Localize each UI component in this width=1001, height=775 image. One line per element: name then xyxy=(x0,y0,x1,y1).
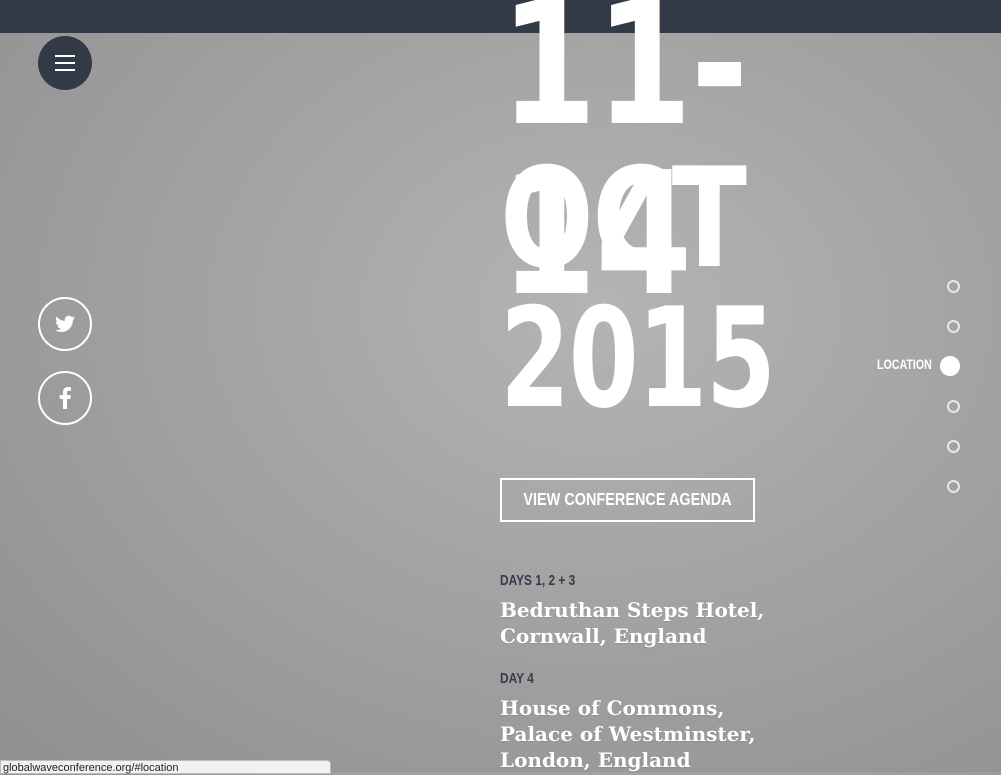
twitter-icon xyxy=(55,315,75,332)
menu-button[interactable] xyxy=(38,36,92,90)
section-nav-active-label: LOCATION xyxy=(877,356,944,373)
view-agenda-button-label: VIEW CONFERENCE AGENDA xyxy=(523,489,732,510)
venue-line: Bedruthan Steps Hotel, xyxy=(500,598,765,622)
status-bar-url: globalwaveconference.org/#location xyxy=(3,762,179,774)
venue-line: London, England xyxy=(500,748,691,772)
section-nav-active-label-text: LOCATION xyxy=(877,356,932,373)
event-dates-year: 2015 xyxy=(500,278,776,439)
section-nav-dot[interactable] xyxy=(947,440,960,453)
hamburger-icon xyxy=(55,55,75,57)
hamburger-icon-line xyxy=(55,69,75,71)
facebook-button[interactable] xyxy=(38,371,92,425)
venue-line: Cornwall, England xyxy=(500,624,707,648)
hamburger-icon-line xyxy=(55,62,75,64)
section-nav-dot[interactable] xyxy=(947,320,960,333)
location-days-label: DAY 4 xyxy=(500,669,540,687)
location-days-text: DAYS 1, 2 + 3 xyxy=(500,571,576,589)
section-nav-dot-active[interactable] xyxy=(940,356,960,376)
facebook-icon xyxy=(59,387,71,409)
location-venue: Bedruthan Steps Hotel, Cornwall, England xyxy=(500,597,800,649)
section-nav-dot[interactable] xyxy=(947,400,960,413)
section-nav-dot[interactable] xyxy=(947,480,960,493)
venue-line: Palace of Westminster, xyxy=(500,722,756,746)
event-dates: 11-14 OCT 2015 xyxy=(500,0,780,432)
event-dates-month: OCT xyxy=(500,138,747,299)
location-days-text: DAY 4 xyxy=(500,669,534,687)
location-venue: House of Commons, Palace of Westminster,… xyxy=(500,695,800,773)
section-nav xyxy=(940,272,966,502)
view-agenda-button[interactable]: VIEW CONFERENCE AGENDA xyxy=(500,478,755,522)
twitter-button[interactable] xyxy=(38,297,92,351)
venue-line: House of Commons, xyxy=(500,696,725,720)
section-nav-dot[interactable] xyxy=(947,280,960,293)
location-days-label: DAYS 1, 2 + 3 xyxy=(500,571,589,589)
